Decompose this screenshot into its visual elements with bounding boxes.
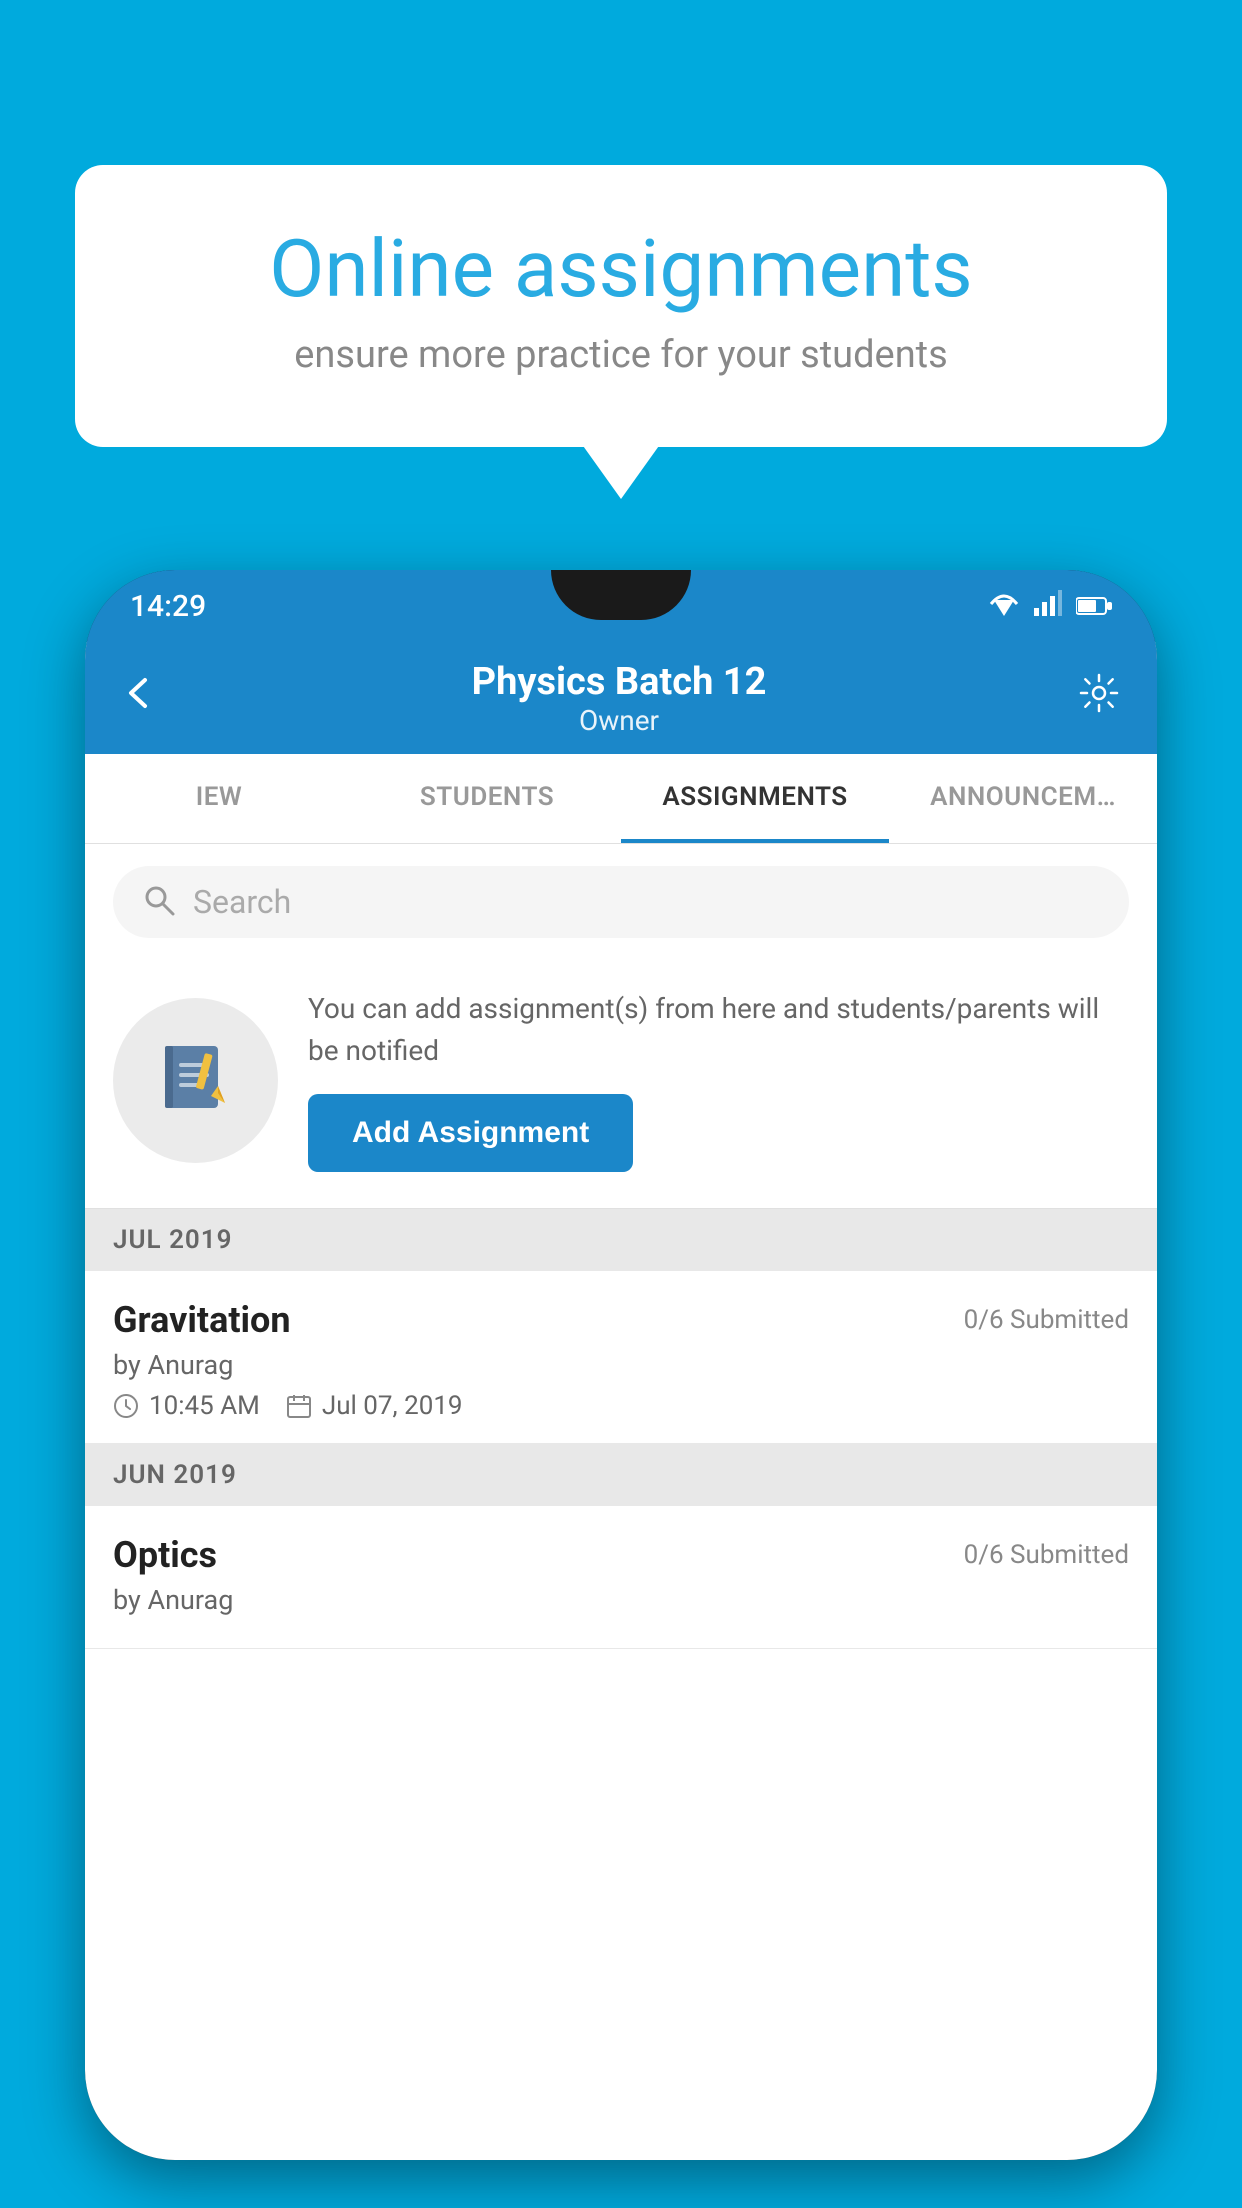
search-bar: Search: [85, 844, 1157, 960]
promo-right: You can add assignment(s) from here and …: [308, 988, 1129, 1172]
tab-students[interactable]: STUDENTS: [353, 754, 621, 843]
month-header-jun: JUN 2019: [85, 1444, 1157, 1506]
promo-icon-circle: [113, 998, 278, 1163]
header-subtitle: Owner: [472, 704, 767, 737]
month-header-jul: JUL 2019: [85, 1209, 1157, 1271]
month-label-jul: JUL 2019: [113, 1225, 233, 1255]
month-label-jun: JUN 2019: [113, 1460, 237, 1490]
settings-icon[interactable]: [1079, 673, 1119, 723]
add-assignment-button[interactable]: Add Assignment: [308, 1094, 633, 1172]
status-time: 14:29: [130, 589, 206, 624]
header-center: Physics Batch 12 Owner: [472, 660, 767, 737]
phone-frame: 14:29: [85, 570, 1157, 2160]
assignment-top-optics: Optics 0/6 Submitted: [113, 1534, 1129, 1576]
phone-wrapper: 14:29: [85, 570, 1157, 2208]
tab-announcements[interactable]: ANNOUNCEM…: [889, 754, 1157, 843]
back-button[interactable]: [123, 676, 159, 720]
assignment-item-gravitation[interactable]: Gravitation 0/6 Submitted by Anurag 10:4…: [85, 1271, 1157, 1444]
assignment-name-gravitation: Gravitation: [113, 1299, 291, 1341]
speech-bubble: Online assignments ensure more practice …: [75, 165, 1167, 447]
assignment-submitted-optics: 0/6 Submitted: [964, 1540, 1129, 1570]
search-input-wrapper[interactable]: Search: [113, 866, 1129, 938]
assignment-by-gravitation: by Anurag: [113, 1349, 1129, 1381]
assignment-date-gravitation: Jul 07, 2019: [286, 1391, 463, 1421]
search-placeholder: Search: [193, 883, 291, 921]
tab-iew[interactable]: IEW: [85, 754, 353, 843]
tabs-bar: IEW STUDENTS ASSIGNMENTS ANNOUNCEM…: [85, 754, 1157, 844]
search-icon: [143, 884, 175, 920]
assignment-time-gravitation: 10:45 AM: [113, 1391, 260, 1421]
wifi-icon: [988, 590, 1020, 623]
assignment-meta-gravitation: 10:45 AM Jul 07, 2019: [113, 1391, 1129, 1421]
signal-icon: [1034, 590, 1062, 623]
assignment-name-optics: Optics: [113, 1534, 217, 1576]
assignment-item-optics[interactable]: Optics 0/6 Submitted by Anurag: [85, 1506, 1157, 1649]
bubble-title: Online assignments: [145, 225, 1097, 313]
header-title: Physics Batch 12: [472, 660, 767, 704]
assignment-by-optics: by Anurag: [113, 1584, 1129, 1616]
assignment-top-gravitation: Gravitation 0/6 Submitted: [113, 1299, 1129, 1341]
add-assignment-promo: You can add assignment(s) from here and …: [85, 960, 1157, 1209]
battery-icon: [1076, 590, 1112, 623]
tab-assignments[interactable]: ASSIGNMENTS: [621, 754, 889, 843]
phone-screen: Physics Batch 12 Owner IEW STUDENTS: [85, 642, 1157, 2160]
assignment-submitted-gravitation: 0/6 Submitted: [964, 1305, 1129, 1335]
status-icons: [988, 590, 1112, 623]
bubble-subtitle: ensure more practice for your students: [145, 333, 1097, 377]
promo-text: You can add assignment(s) from here and …: [308, 988, 1129, 1072]
app-header: Physics Batch 12 Owner: [85, 642, 1157, 754]
